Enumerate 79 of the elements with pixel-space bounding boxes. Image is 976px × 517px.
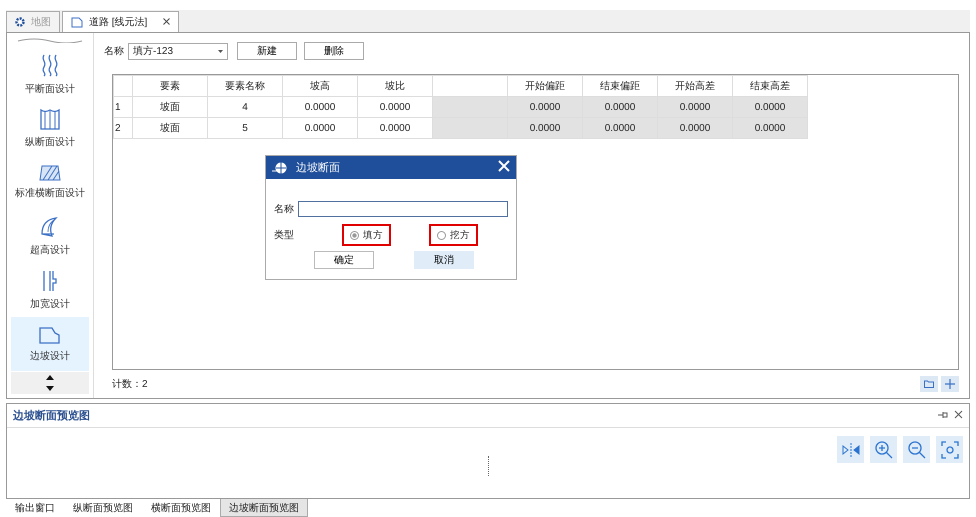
table-cell: 0.0000	[508, 96, 582, 118]
waves-icon	[40, 52, 60, 76]
sidebar-item[interactable]: 加宽设计	[11, 263, 89, 317]
zoom-in-button[interactable]	[870, 436, 897, 464]
dialog-title: 边坡断面	[296, 161, 341, 175]
table-cell: 0.0000	[582, 96, 658, 118]
toolbar-button[interactable]: 删除	[304, 42, 364, 60]
page-icon	[71, 16, 83, 28]
table-cell: 0.0000	[732, 118, 808, 138]
table-cell: 0.0000	[282, 96, 358, 118]
widen-icon	[42, 270, 58, 292]
curve-icon	[40, 216, 60, 238]
table-cell: 4	[208, 96, 282, 118]
name-label: 名称	[104, 45, 124, 58]
column-header: 要素	[132, 76, 208, 96]
slope-icon	[39, 326, 61, 344]
mirror-button[interactable]	[837, 436, 864, 464]
panel-tab[interactable]: 横断面预览图	[142, 499, 220, 517]
hatch-icon	[39, 164, 61, 180]
table-cell: 0.0000	[508, 118, 582, 138]
dialog-button[interactable]: 取消	[414, 251, 474, 269]
toolbar-button[interactable]: 新建	[237, 42, 297, 60]
panel-tab[interactable]: 边坡断面预览图	[220, 499, 308, 517]
table-cell: 0.0000	[658, 96, 732, 118]
radio-icon[interactable]	[437, 230, 446, 240]
sidebar-item[interactable]: 超高设计	[11, 209, 89, 263]
gear-icon	[15, 17, 25, 27]
table-cell: 0.0000	[358, 96, 432, 118]
table-cell: 坡面	[132, 118, 208, 138]
fit-view-icon	[940, 440, 958, 459]
sidebar-item[interactable]: 标准横断面设计	[11, 155, 89, 209]
add-button[interactable]	[941, 376, 959, 392]
name-dropdown[interactable]: 填方-123	[128, 42, 228, 60]
sidebar-item[interactable]: 纵断面设计	[11, 101, 89, 155]
caret-icon	[218, 50, 223, 52]
column-header: 坡高	[282, 76, 358, 96]
field-label: 类型	[274, 228, 294, 242]
column-header: 要素名称	[208, 76, 282, 96]
document-tab[interactable]: 道路 [线元法]	[62, 11, 180, 32]
columns-icon	[40, 108, 60, 130]
radio-option[interactable]: 挖方	[429, 224, 478, 246]
open-folder-button[interactable]	[920, 376, 938, 392]
folder-icon	[924, 380, 934, 388]
mirror-icon	[842, 440, 860, 459]
globe-logo-icon	[272, 162, 288, 174]
table-cell: 0.0000	[658, 118, 732, 138]
close-icon	[954, 410, 963, 419]
zoom-in-icon	[874, 440, 892, 459]
field-label: 名称	[274, 203, 294, 216]
row-number: 1	[114, 96, 132, 118]
table-cell: 坡面	[132, 96, 208, 118]
panel-tab[interactable]: 纵断面预览图	[64, 499, 142, 517]
panel-tab[interactable]: 输出窗口	[6, 499, 64, 517]
crosshair-line	[488, 456, 489, 476]
sidebar-item[interactable]: 边坡设计	[11, 317, 89, 371]
close-icon[interactable]	[163, 18, 170, 25]
radio-selected-icon[interactable]	[350, 230, 359, 240]
zoom-out-button[interactable]	[903, 436, 930, 464]
table-cell: 0.0000	[358, 118, 432, 138]
panel-title: 边坡断面预览图	[13, 408, 90, 424]
table-cell: 0.0000	[582, 118, 658, 138]
close-icon	[498, 160, 510, 172]
dialog-button[interactable]: 确定	[314, 251, 374, 269]
sidebar-item[interactable]: 平断面设计	[11, 47, 89, 101]
divider-wave-icon	[17, 37, 83, 43]
scroll-arrows-icon	[45, 374, 55, 392]
table-cell: 5	[208, 118, 282, 138]
zoom-out-icon	[908, 440, 926, 459]
count-label: 计数：2	[112, 378, 148, 392]
table-cell: 0.0000	[732, 96, 808, 118]
row-number: 2	[114, 118, 132, 138]
name-input-field[interactable]	[298, 201, 508, 217]
table-cell: 0.0000	[282, 118, 358, 138]
radio-option[interactable]: 填方	[342, 224, 391, 246]
column-header: 坡比	[358, 76, 432, 96]
fit-view-button[interactable]	[936, 436, 963, 464]
row-header-corner	[114, 76, 132, 96]
pin-icon	[938, 410, 948, 419]
plus-icon	[945, 379, 955, 390]
